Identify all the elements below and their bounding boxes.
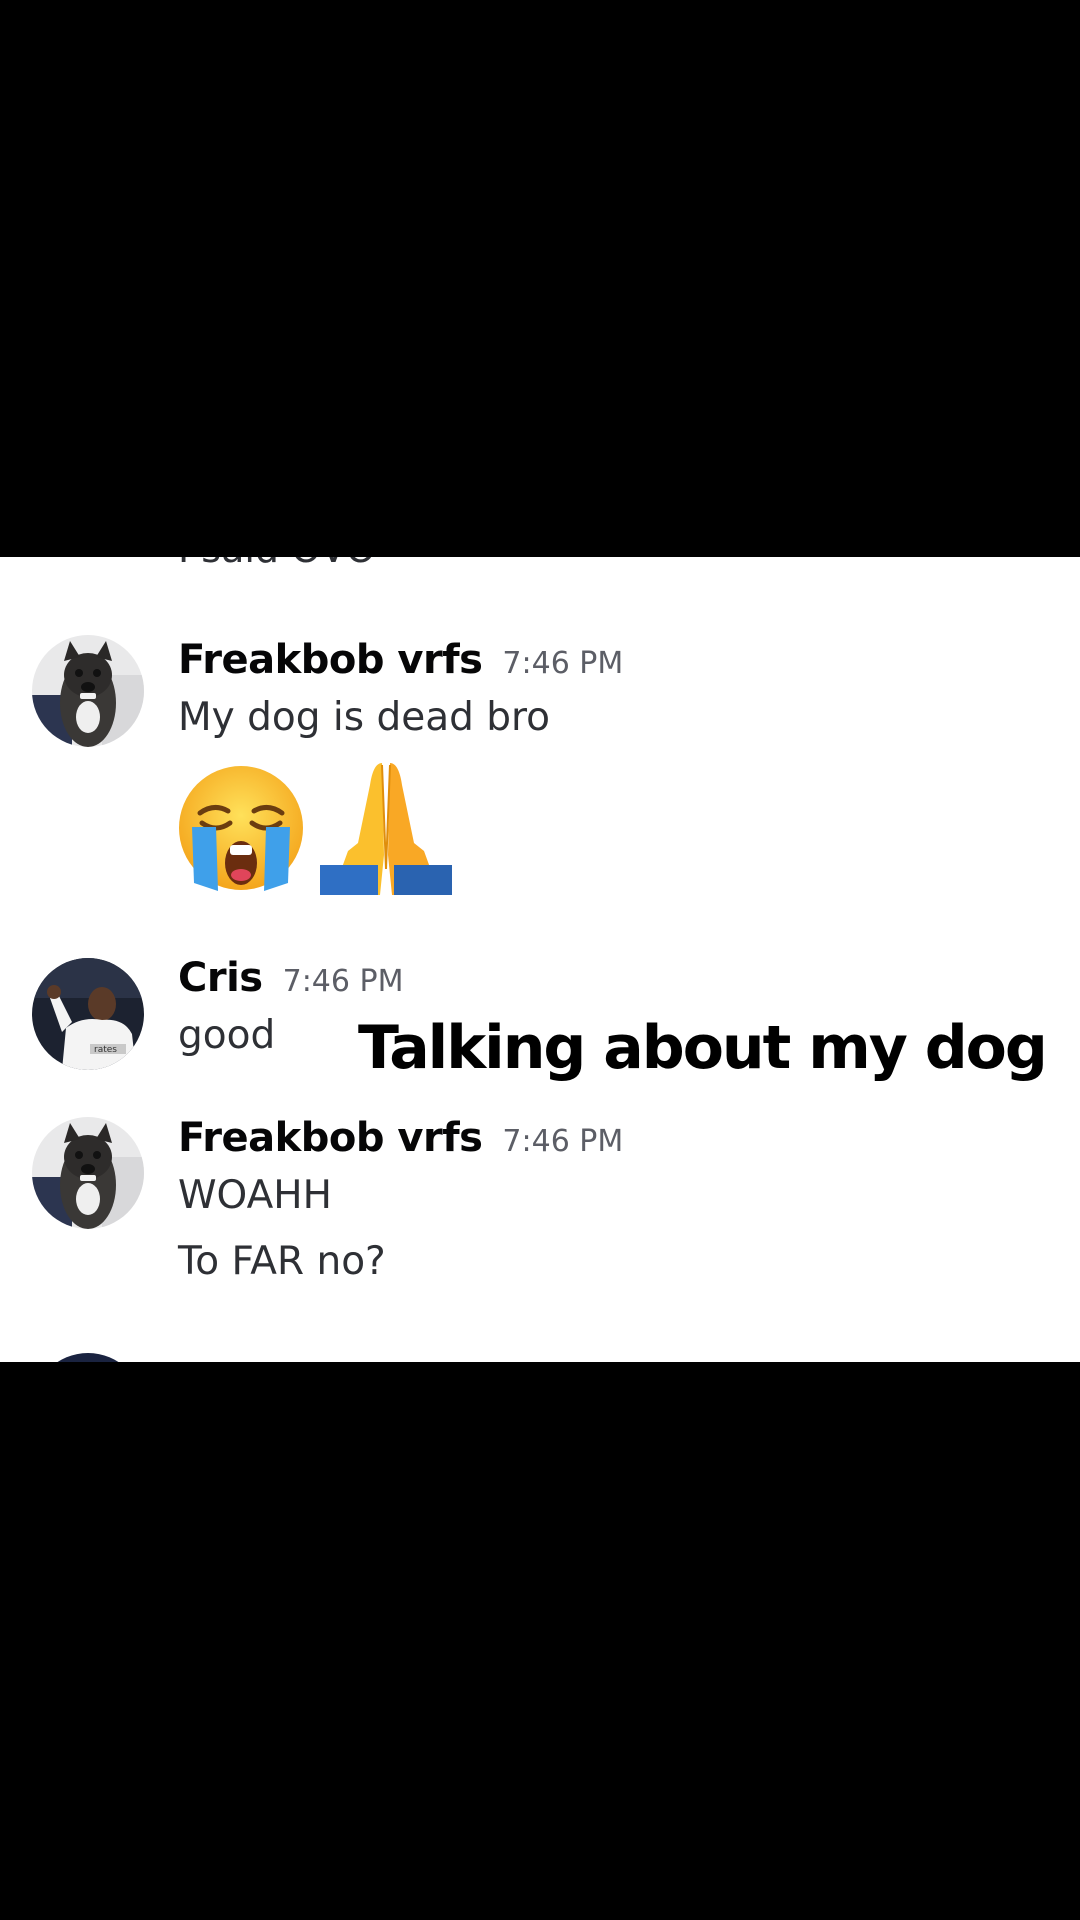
folded-hands-emoji-icon [320, 763, 452, 895]
message-header: Freakbob vrfs 7:46 PM [178, 1115, 623, 1161]
username[interactable]: Freakbob vrfs [178, 1115, 483, 1161]
avatar-dog[interactable] [32, 635, 144, 747]
chat-area[interactable]: I said OVO Freakbob vrfs 7:46 PM My dog i… [0, 557, 1080, 1362]
video-caption-overlay: Talking about my dog [358, 1013, 1048, 1083]
message-text: WOAHH [178, 1173, 332, 1218]
clipped-previous-message: I said OVO [178, 557, 376, 571]
message-header: Cris 7:46 PM [178, 955, 404, 1001]
timestamp: 7:46 PM [282, 964, 404, 999]
next-message-avatar [32, 1353, 144, 1362]
timestamp: 7:46 PM [502, 646, 624, 681]
message-text: To FAR no? [178, 1239, 386, 1284]
letterbox-bottom [0, 1362, 1080, 1920]
letterbox-top [0, 0, 1080, 557]
svg-text:rates: rates [94, 1045, 117, 1055]
message-text: good [178, 1013, 276, 1058]
username[interactable]: Cris [178, 955, 263, 1001]
message-text: My dog is dead bro [178, 695, 551, 740]
timestamp: 7:46 PM [502, 1124, 624, 1159]
emoji-row [178, 763, 478, 905]
soccer-player-avatar-icon: rates [32, 958, 144, 1070]
message-header: Freakbob vrfs 7:46 PM [178, 637, 623, 683]
avatar-soccer-player[interactable]: rates [32, 958, 144, 1070]
loudly-crying-face-emoji-icon [179, 766, 303, 891]
dog-avatar-icon [32, 635, 144, 747]
dog-avatar-icon [32, 1117, 144, 1229]
username[interactable]: Freakbob vrfs [178, 637, 483, 683]
avatar-dog[interactable] [32, 1117, 144, 1229]
